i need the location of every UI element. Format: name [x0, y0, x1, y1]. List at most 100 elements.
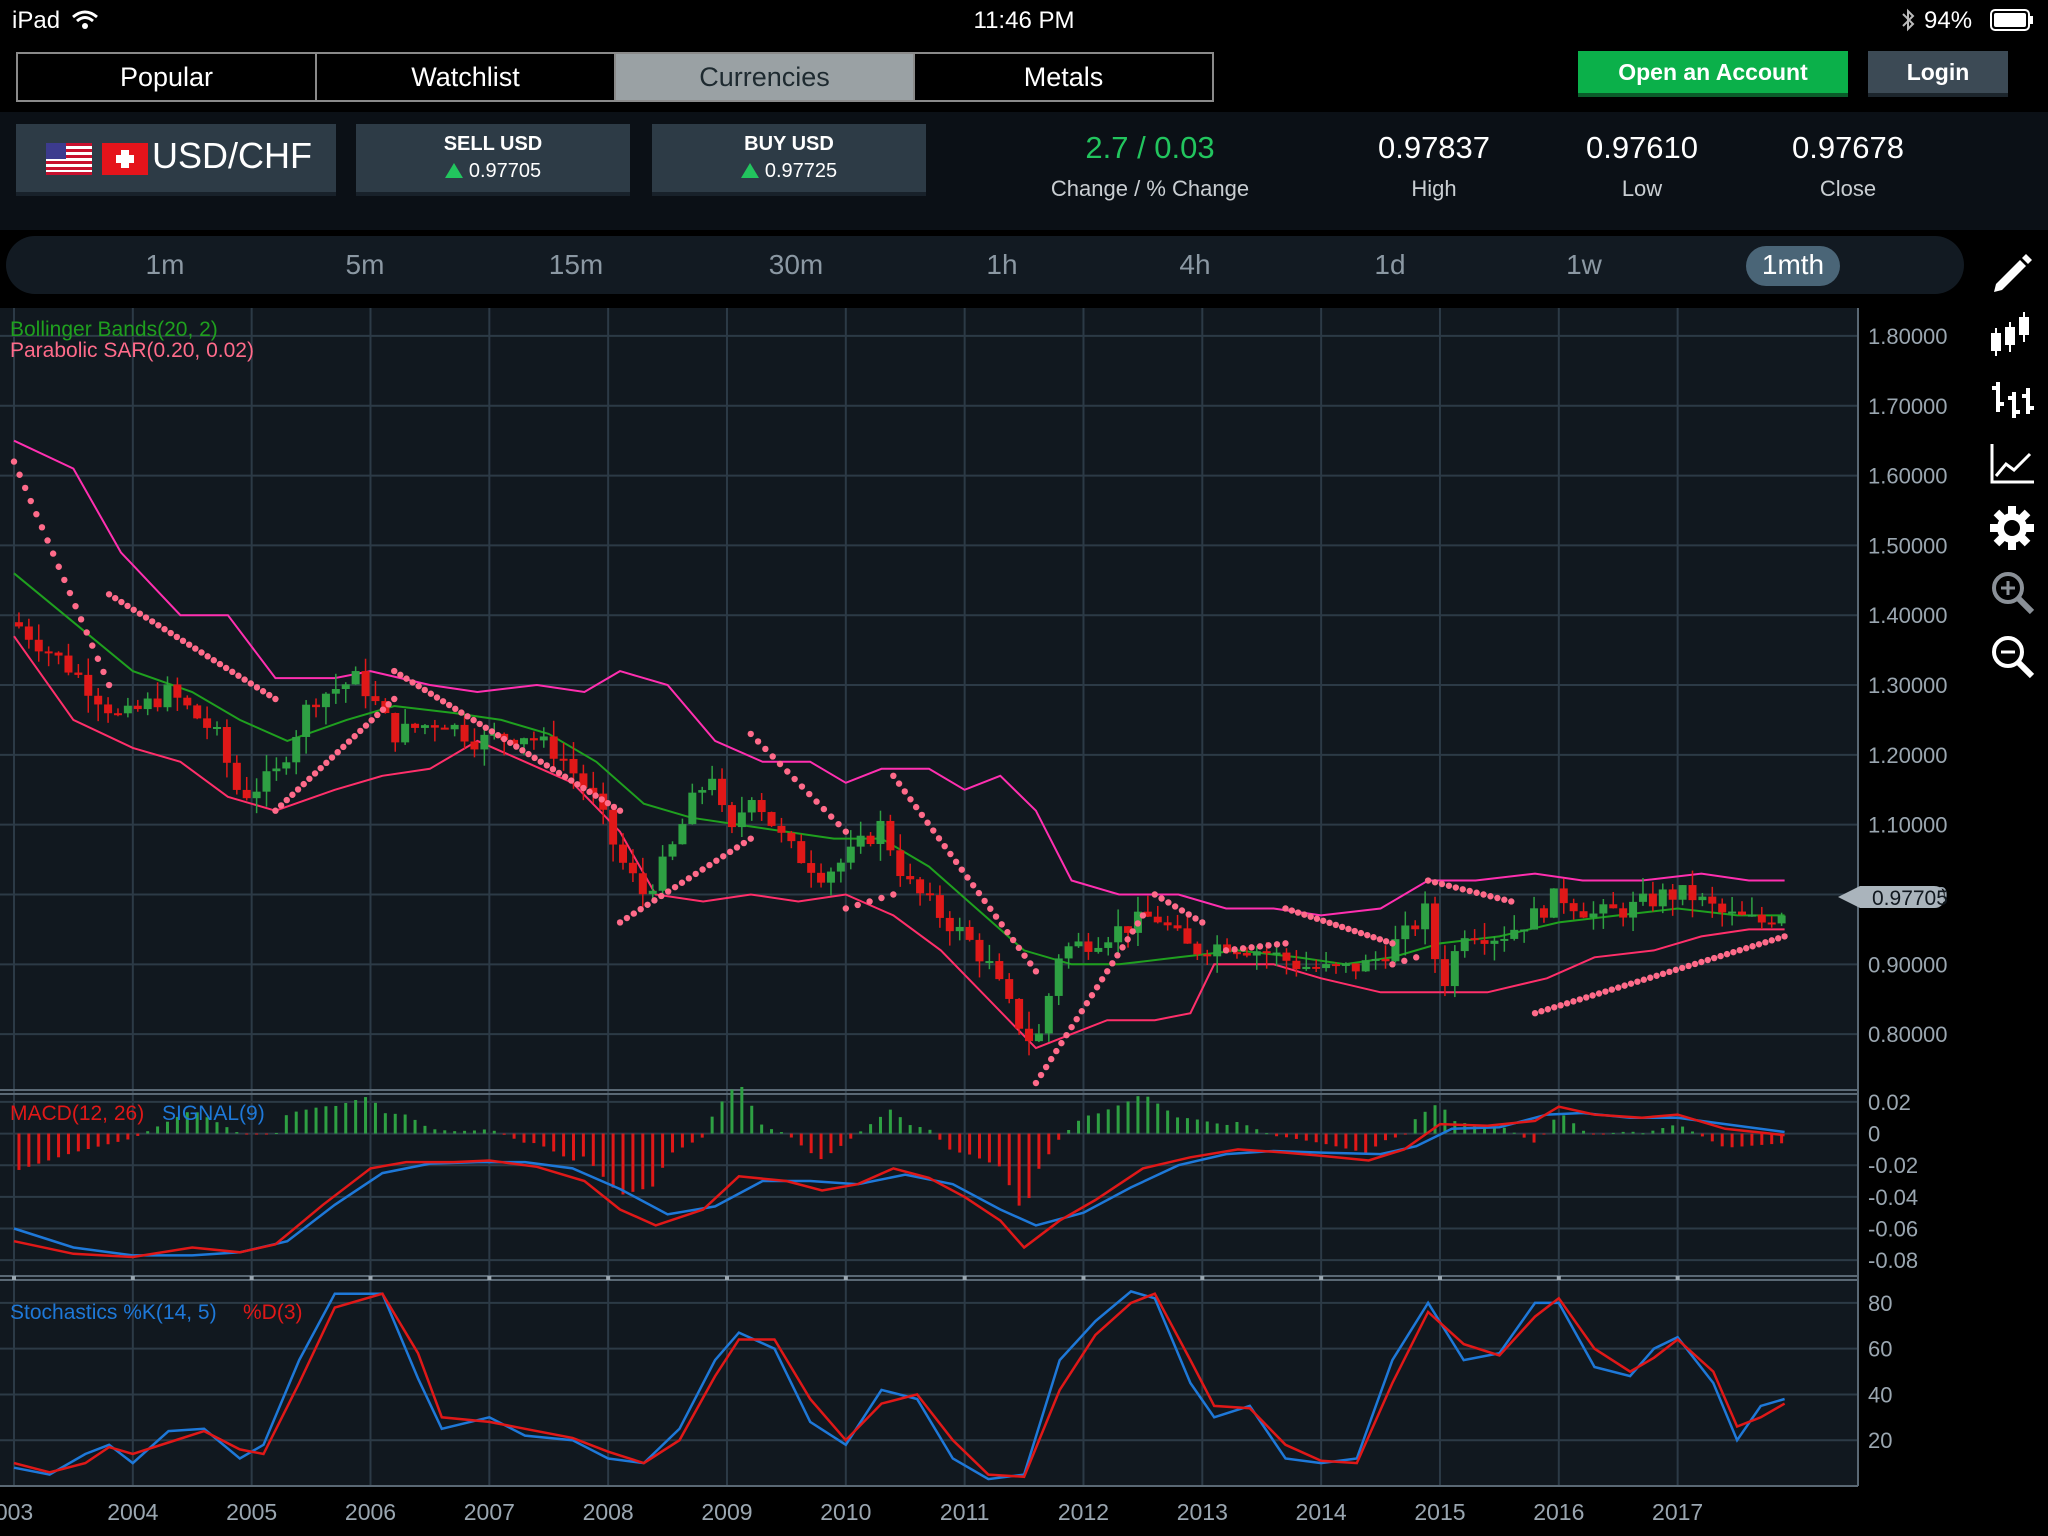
timeframe-1d[interactable]: 1d [1340, 236, 1440, 294]
candle-body [34, 639, 43, 652]
timeframe-1w[interactable]: 1w [1534, 236, 1634, 294]
tab-currencies[interactable]: Currencies [616, 54, 915, 100]
zoom-in-icon[interactable] [1986, 566, 2038, 618]
candlestick-icon[interactable] [1986, 308, 2038, 360]
ohlc-bars-icon[interactable] [1986, 374, 2038, 426]
sar-dot [1595, 990, 1603, 997]
line-chart-icon[interactable] [1986, 438, 2038, 490]
sar-dot [1659, 970, 1667, 978]
sar-dot [1736, 946, 1743, 954]
candle-body [401, 723, 410, 743]
timeframe-15m[interactable]: 15m [526, 236, 626, 294]
candle-body [628, 862, 637, 874]
tab-watchlist[interactable]: Watchlist [317, 54, 616, 100]
sar-dot [592, 792, 599, 799]
macd-histogram-bar [770, 1129, 774, 1134]
sar-dot [958, 866, 965, 873]
sar-dot [555, 769, 563, 777]
candle-body [1282, 952, 1291, 961]
sar-dot [1114, 952, 1121, 959]
price-chart[interactable]: 003 2004 2005 2006 2007 2008 2009 2010 2011 2012 2… [0, 308, 1974, 1536]
macd-histogram-bar [829, 1133, 833, 1154]
sar-dot [740, 839, 748, 847]
sar-dot [222, 664, 230, 672]
sell-button[interactable]: SELL USD 0.97705 [356, 124, 630, 192]
macd-histogram-bar [661, 1133, 665, 1168]
candle-body [1688, 885, 1697, 901]
macd-histogram-bar [1700, 1133, 1704, 1137]
sar-dot [391, 695, 398, 703]
sar-dot [706, 861, 713, 869]
timeframe-1mth[interactable]: 1mth [1743, 236, 1843, 294]
sar-dot [1672, 966, 1680, 974]
sar-dot [1685, 962, 1692, 970]
macd-histogram-bar [126, 1133, 130, 1140]
sar-dot [1640, 976, 1648, 983]
sar-dot [930, 827, 937, 834]
candle-body [351, 671, 360, 685]
sar-dot [1621, 982, 1628, 989]
sar-dot [1666, 968, 1673, 976]
gear-icon[interactable] [1986, 502, 2038, 554]
low-value: 0.97610 [1585, 130, 1699, 165]
sar-dot [820, 805, 828, 813]
pencil-icon[interactable] [1986, 246, 2038, 298]
macd-histogram-bar [888, 1109, 892, 1134]
zoom-out-icon[interactable] [1986, 630, 2038, 682]
macd-histogram-bar [730, 1089, 734, 1134]
sar-dot [1431, 879, 1439, 886]
candle-body [1549, 888, 1558, 918]
candle-body [143, 698, 152, 710]
macd-histogram-bar [1611, 1132, 1615, 1134]
timeframe-4h[interactable]: 4h [1145, 236, 1245, 294]
sar-dot [1653, 972, 1660, 979]
timeframe-30m[interactable]: 30m [746, 236, 846, 294]
battery-icon [1990, 9, 2033, 31]
sar-dot [362, 722, 370, 729]
change-stat: 2.7 / 0.03 Change / % Change [1030, 130, 1270, 202]
sar-dot [253, 684, 261, 691]
tab-metals[interactable]: Metals [915, 54, 1212, 100]
macd-histogram-bar [1413, 1119, 1417, 1134]
macd-histogram-bar [958, 1133, 962, 1153]
timeframe-1m[interactable]: 1m [115, 236, 215, 294]
open-account-button[interactable]: Open an Account [1578, 51, 1848, 93]
timeframe-1h[interactable]: 1h [952, 236, 1052, 294]
sar-dot [340, 743, 347, 751]
candle-body [480, 734, 489, 750]
timeframe-5m[interactable]: 5m [315, 236, 415, 294]
sar-dot [391, 667, 398, 675]
login-button[interactable]: Login [1868, 51, 2008, 93]
sar-dot [192, 645, 199, 652]
sar-dot [664, 888, 672, 895]
macd-histogram-bar [1740, 1133, 1744, 1147]
buy-price: 0.97725 [764, 160, 838, 182]
candle-body [668, 844, 677, 857]
candle-body [213, 726, 222, 729]
candle-body [391, 713, 400, 743]
x-tick-label: 2014 [1296, 1499, 1347, 1525]
sar-dot [813, 798, 820, 805]
candle-body [1064, 946, 1073, 959]
buy-button[interactable]: BUY USD 0.97725 [652, 124, 926, 192]
sar-dot [1004, 929, 1011, 936]
candle-body [876, 820, 885, 845]
sar-dot [561, 773, 569, 780]
macd-histogram-bar [423, 1125, 427, 1134]
macd-histogram-bar [1572, 1123, 1576, 1134]
candle-body [1480, 940, 1489, 944]
sar-dot [1364, 931, 1371, 939]
candle-body [232, 762, 241, 790]
sar-dot [685, 875, 693, 882]
tab-popular[interactable]: Popular [18, 54, 317, 100]
sar-dot [1508, 898, 1515, 905]
high-label: High [1411, 176, 1457, 201]
macd-histogram-bar [136, 1133, 140, 1136]
sar-dot [1282, 905, 1289, 912]
x-tick-label: 2007 [464, 1499, 515, 1525]
macd-histogram-bar [1512, 1132, 1516, 1134]
up-arrow-icon [444, 163, 463, 178]
sar-dot [105, 591, 113, 598]
sar-dot [610, 803, 618, 811]
separator-handle [1200, 1276, 1205, 1280]
